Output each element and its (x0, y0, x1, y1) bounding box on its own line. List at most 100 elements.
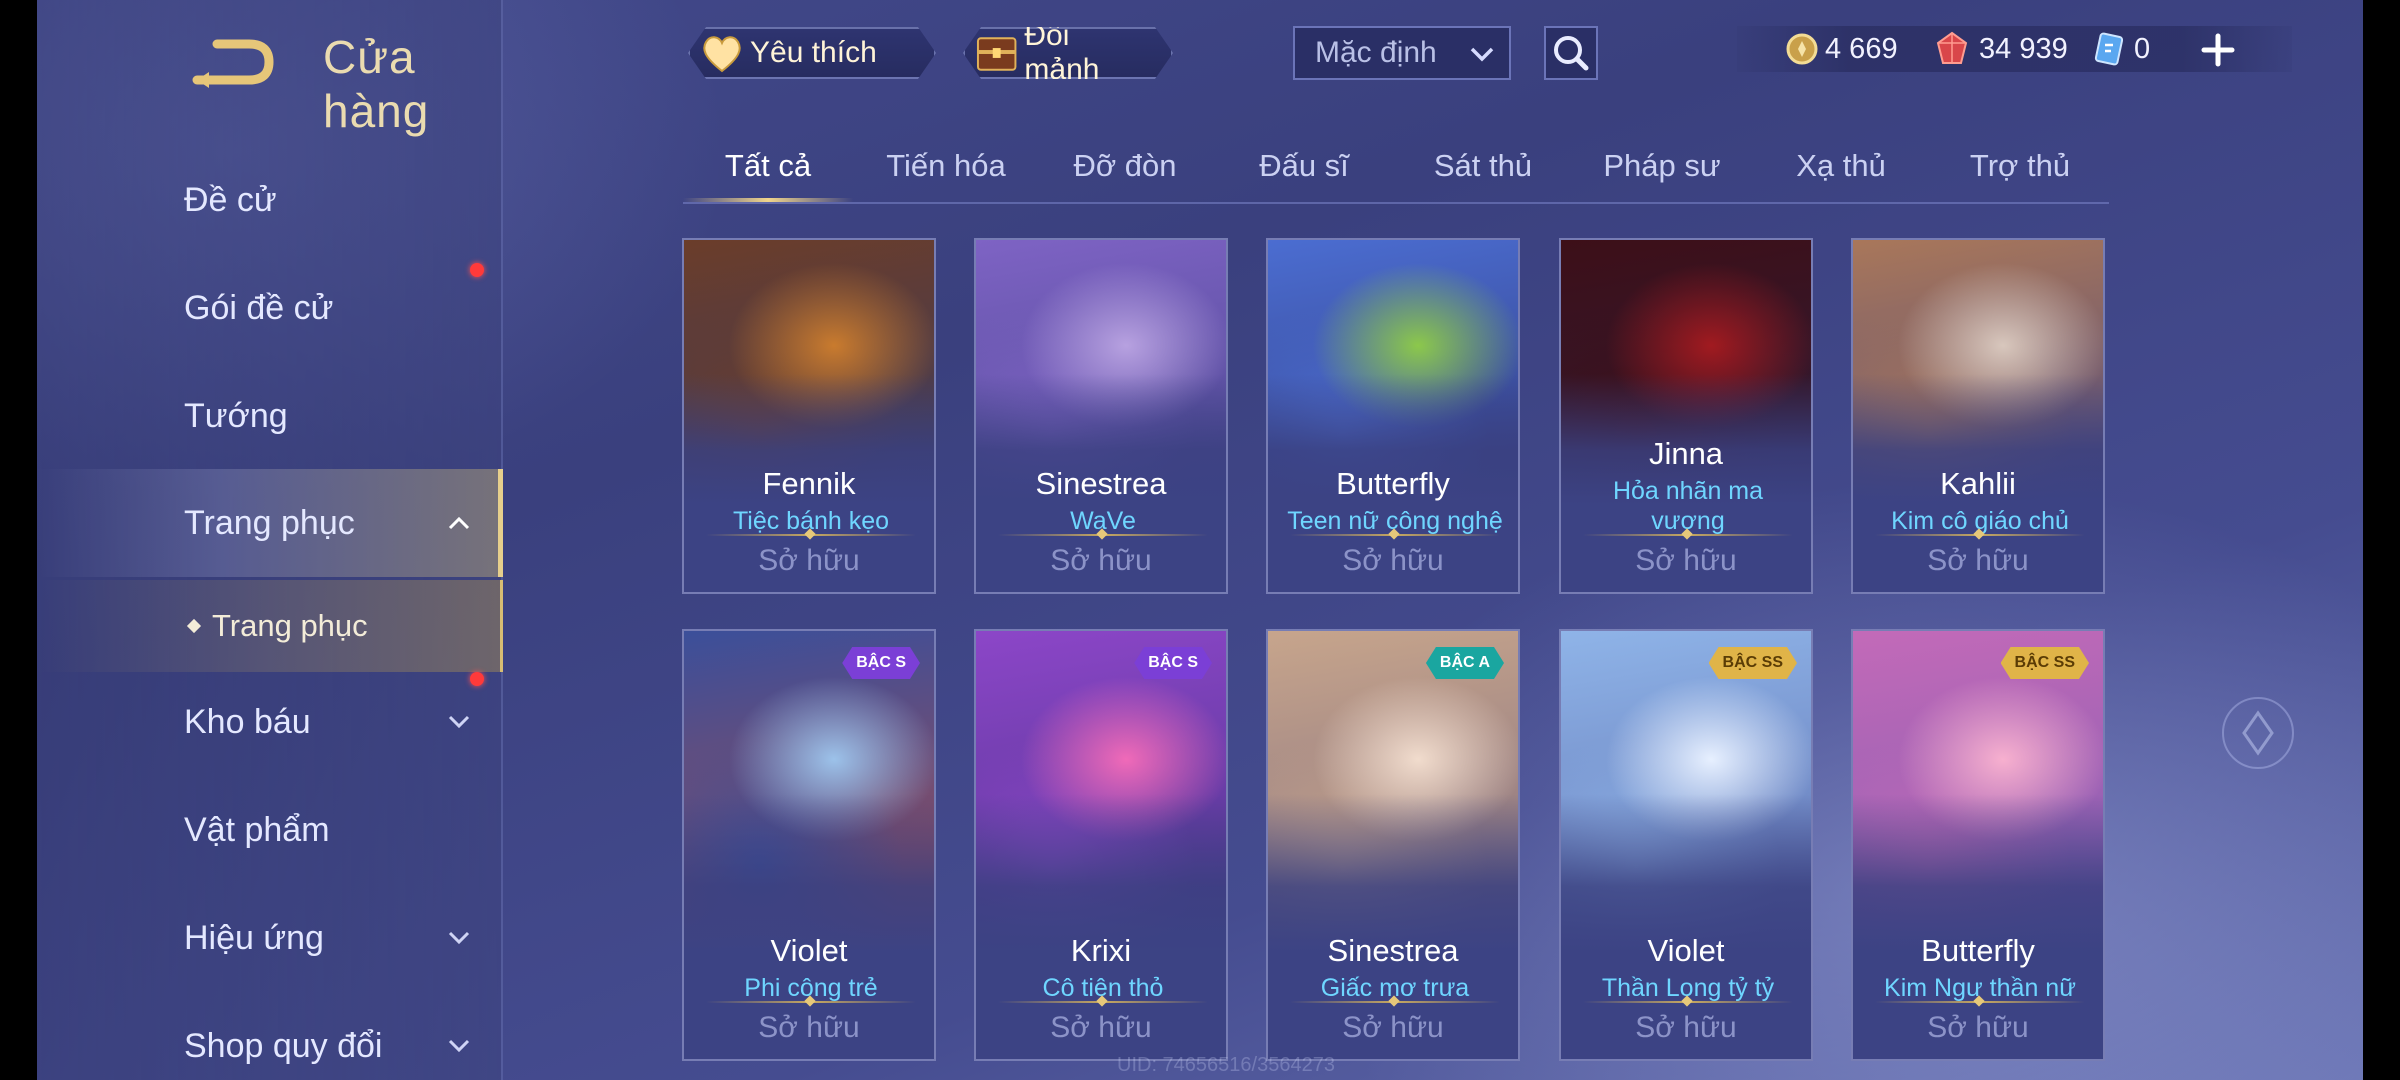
skin-card[interactable]: Kahlii Kim cô giáo chủ Sở hữu (1851, 238, 2105, 594)
skin-card[interactable]: Sinestrea Giấc mơ trưa Sở hữu BẬC A (1266, 629, 1520, 1061)
tier-badge: BẬC A (1426, 647, 1504, 679)
search-icon (1554, 36, 1589, 71)
owned-status: Sở hữu (758, 544, 860, 577)
favorites-label: Yêu thích (750, 36, 877, 69)
chevron-down-icon (448, 1039, 470, 1053)
tab-fighter[interactable]: Đấu sĩ (1219, 148, 1389, 184)
owned-status: Sở hữu (1635, 1011, 1737, 1044)
owned-status: Sở hữu (1050, 1011, 1152, 1044)
sidebar-item-heroes[interactable]: Tướng (37, 366, 503, 466)
card-divider (1875, 534, 2085, 536)
sidebar: Cửa hàng Đề cử Gói đề cử Tướng Trang phụ… (37, 0, 503, 1080)
shop-screen: Cửa hàng Đề cử Gói đề cử Tướng Trang phụ… (37, 0, 2363, 1080)
voucher-amount: 0 (2134, 32, 2151, 65)
sidebar-item-label: Trang phục (184, 503, 355, 542)
owned-status: Sở hữu (1635, 544, 1737, 577)
hero-name: Violet (1647, 933, 1725, 968)
notification-dot (470, 263, 484, 277)
card-divider (706, 534, 916, 536)
sidebar-item-label: Kho báu (184, 702, 311, 741)
card-divider (998, 1001, 1208, 1003)
favorites-button[interactable]: Yêu thích (688, 27, 936, 79)
sidebar-item-label: Vật phẩm (184, 810, 330, 849)
chevron-down-icon (1470, 47, 1494, 62)
sidebar-item-items[interactable]: Vật phẩm (37, 780, 503, 880)
tab-mage[interactable]: Pháp sư (1577, 148, 1747, 184)
bullet-diamond-icon (186, 618, 202, 634)
skin-card[interactable]: Butterfly Kim Ngư thần nữ Sở hữu BẬC SS (1851, 629, 2105, 1061)
tab-tank[interactable]: Đỡ đòn (1040, 148, 1210, 184)
sidebar-subitem-costumes[interactable]: Trang phục (37, 580, 503, 672)
search-button[interactable] (1544, 26, 1598, 80)
sidebar-item-label: Hiệu ứng (184, 918, 324, 957)
add-currency-icon[interactable] (2198, 30, 2238, 70)
card-divider (706, 1001, 916, 1003)
hero-name: Violet (770, 933, 848, 968)
hero-name: Kahlii (1940, 466, 2016, 501)
skin-card[interactable]: Krixi Cô tiên thỏ Sở hữu BẬC S (974, 629, 1228, 1061)
sidebar-item-recommended[interactable]: Đề cử (37, 150, 503, 250)
sort-dropdown[interactable]: Mặc định (1293, 26, 1511, 80)
skin-card[interactable]: Jinna Hỏa nhãn ma vương Sở hữu (1559, 238, 1813, 594)
chevron-down-icon (448, 931, 470, 945)
hero-name: Jinna (1648, 436, 1724, 471)
card-divider (1875, 1001, 2085, 1003)
sidebar-item-costumes[interactable]: Trang phục (37, 469, 503, 577)
ruby-gem-icon (1936, 31, 1968, 64)
tab-all[interactable]: Tất cả (683, 148, 853, 202)
active-tab-underline (683, 198, 853, 202)
owned-status: Sở hữu (1927, 544, 2029, 577)
hero-name: Sinestrea (1327, 933, 1459, 968)
card-divider (1290, 534, 1500, 536)
hero-name: Butterfly (1336, 466, 1450, 501)
owned-status: Sở hữu (1342, 1011, 1444, 1044)
skin-card[interactable]: Sinestrea WaVe Sở hữu (974, 238, 1228, 594)
gold-coin-icon (1786, 33, 1818, 65)
chevron-down-icon (448, 715, 470, 729)
gold-amount: 4 669 (1825, 32, 1898, 65)
skin-card[interactable]: Butterfly Teen nữ công nghệ Sở hữu (1266, 238, 1520, 594)
back-button[interactable] (187, 30, 277, 90)
sidebar-item-label: Đề cử (184, 180, 277, 219)
exchange-shards-button[interactable]: Đổi mảnh (963, 27, 1173, 79)
tab-support[interactable]: Trợ thủ (1935, 148, 2105, 184)
scroll-orb-button[interactable] (2222, 697, 2294, 769)
hero-name: Fennik (762, 466, 856, 501)
skin-card[interactable]: Violet Thần Long tỷ tỷ Sở hữu BẬC SS (1559, 629, 1813, 1061)
back-arrow-icon (192, 39, 274, 88)
tab-assassin[interactable]: Sát thủ (1398, 148, 1568, 184)
chevron-up-icon (448, 516, 470, 530)
sidebar-item-effects[interactable]: Hiệu ứng (37, 888, 503, 988)
gold-currency: 4 669 (1785, 26, 1898, 72)
owned-status: Sở hữu (1050, 544, 1152, 577)
sidebar-item-exchange-shop[interactable]: Shop quy đổi (37, 996, 503, 1080)
skin-card[interactable]: Fennik Tiệc bánh kẹo Sở hữu (682, 238, 936, 594)
tab-evolution[interactable]: Tiến hóa (861, 148, 1031, 184)
heart-icon (700, 33, 744, 73)
sidebar-item-label: Shop quy đổi (184, 1026, 383, 1065)
tab-marksman[interactable]: Xạ thủ (1756, 148, 1926, 184)
tier-badge: BẬC SS (1709, 647, 1797, 679)
hero-name: Butterfly (1921, 933, 2035, 968)
card-divider (1290, 1001, 1500, 1003)
sidebar-item-label: Trang phục (212, 608, 368, 643)
owned-status: Sở hữu (758, 1011, 860, 1044)
notification-dot (470, 672, 484, 686)
voucher-card-icon (2094, 32, 2124, 66)
diamond-icon (2242, 710, 2274, 756)
sidebar-item-label: Tướng (184, 396, 288, 435)
tier-badge: BẬC SS (2001, 647, 2089, 679)
tier-badge: BẬC S (1134, 647, 1212, 679)
ruby-currency: 34 939 (1935, 26, 2068, 72)
tier-badge: BẬC S (842, 647, 920, 679)
user-id-label: UID: 74656516/3564273 (1117, 1054, 1335, 1076)
voucher-currency: 0 (2094, 26, 2150, 72)
page-title: Cửa hàng (323, 31, 430, 137)
sidebar-item-label: Gói đề cử (184, 288, 334, 327)
role-tabs: Tất cả Tiến hóa Đỡ đòn Đấu sĩ Sát thủ Ph… (683, 140, 2109, 204)
skin-name: Hỏa nhãn ma vương (1612, 477, 1764, 535)
exchange-shards-label: Đổi mảnh (1024, 19, 1100, 86)
skin-card[interactable]: Violet Phi công trẻ Sở hữu BẬC S (682, 629, 936, 1061)
sidebar-item-treasure[interactable]: Kho báu (37, 672, 503, 772)
sidebar-item-recommended-packs[interactable]: Gói đề cử (37, 258, 503, 358)
